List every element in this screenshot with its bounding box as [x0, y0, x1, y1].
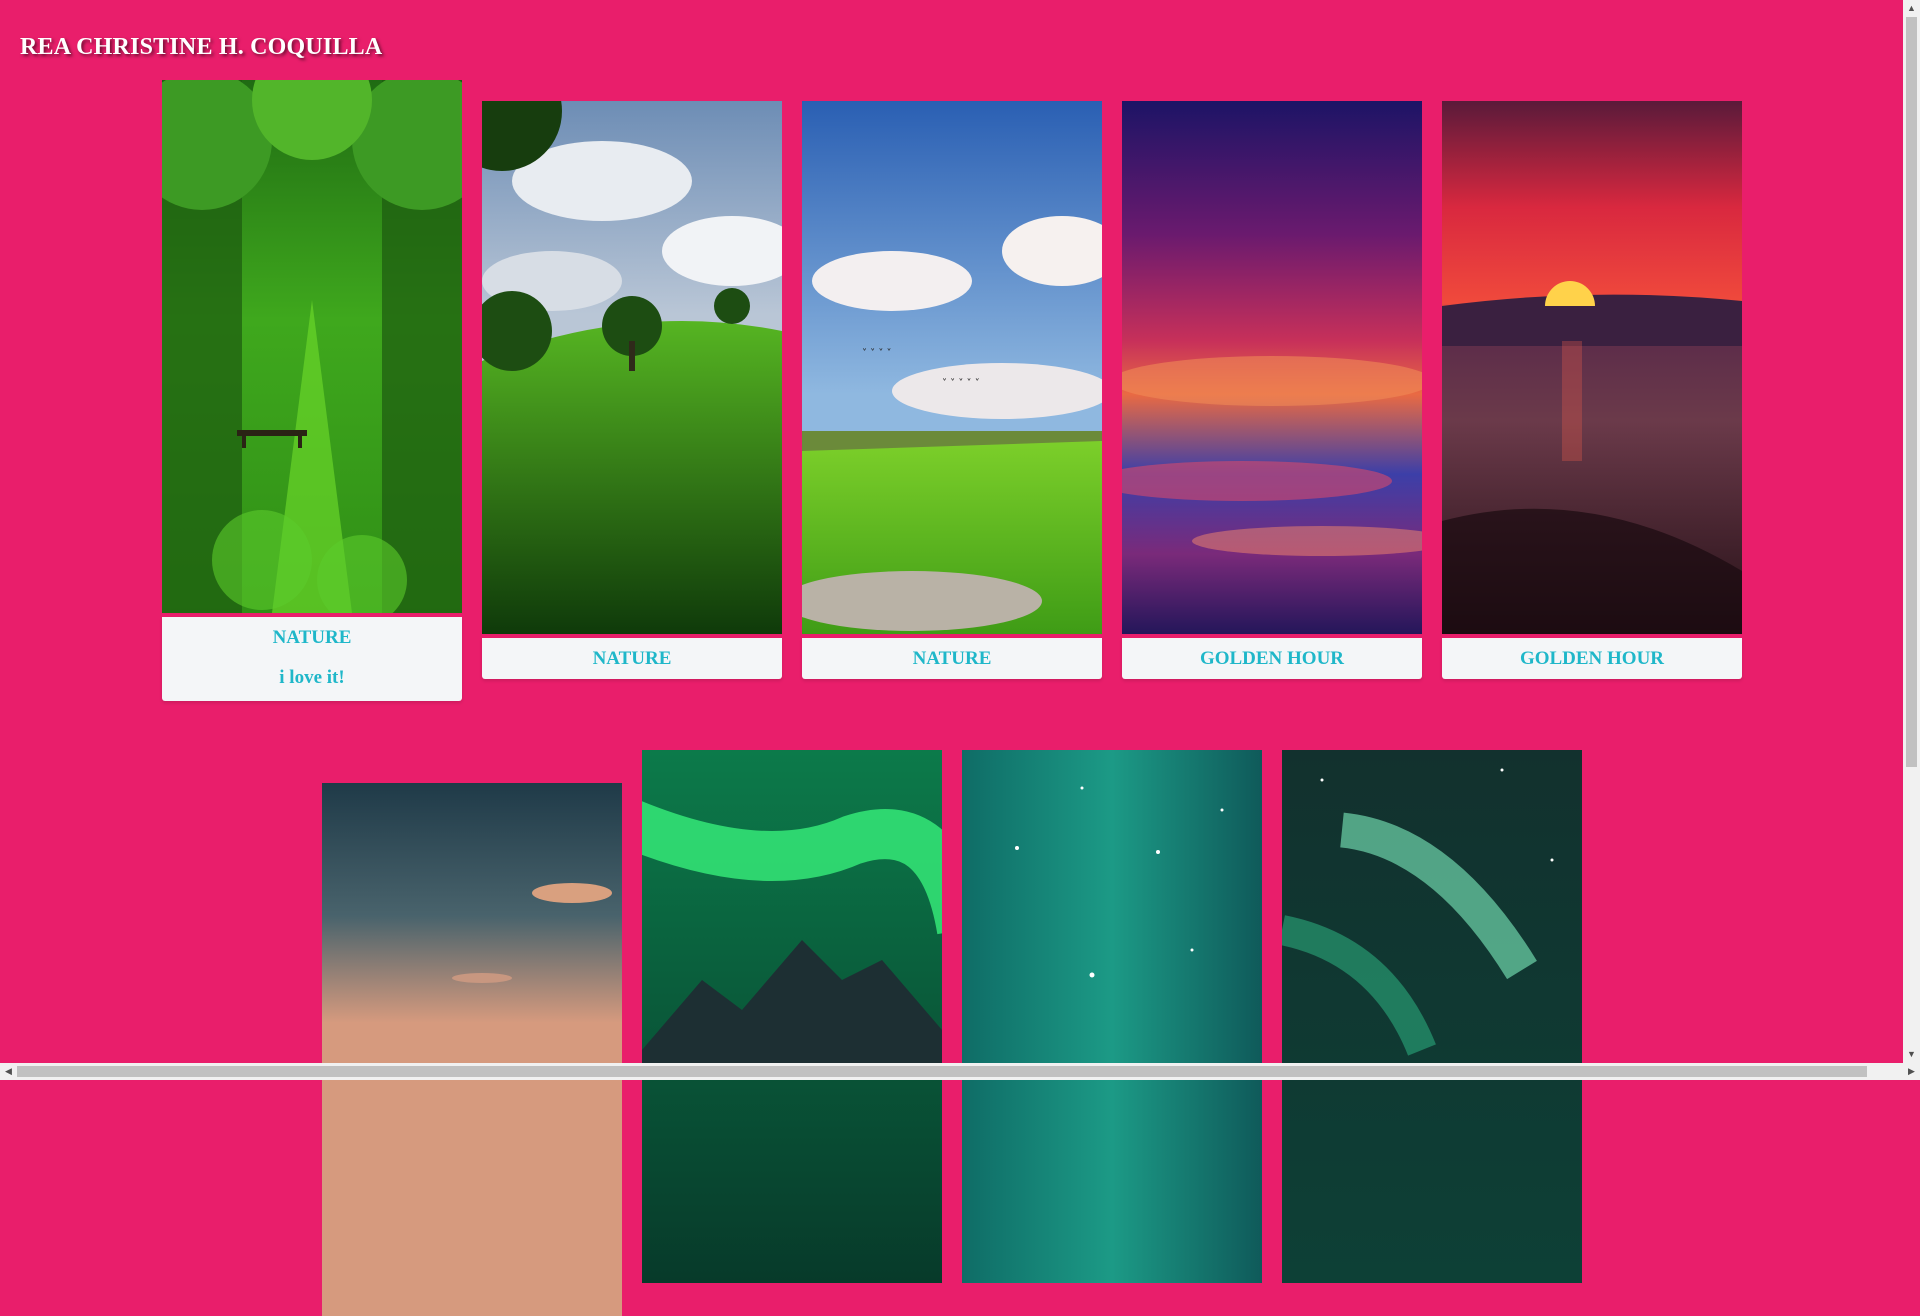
card-caption: NATURE	[482, 638, 782, 679]
card-caption: NATURE i love it!	[162, 617, 462, 701]
scroll-up-arrow-icon[interactable]: ▲	[1903, 0, 1920, 17]
gallery-card-aurora-mountain[interactable]	[642, 750, 942, 1283]
horizontal-scrollbar[interactable]: ◀ ▶	[0, 1063, 1920, 1080]
caption-title: NATURE	[592, 648, 672, 669]
caption-subtitle: i love it!	[279, 667, 345, 688]
gallery-card-red-sunset[interactable]: GOLDEN HOUR	[1442, 101, 1742, 679]
vertical-scrollbar[interactable]: ▲ ▼	[1903, 0, 1920, 1063]
dusk-sky-photo	[322, 783, 622, 1316]
gallery-card-hill[interactable]: NATURE	[482, 101, 782, 679]
card-caption: GOLDEN HOUR	[1122, 638, 1422, 679]
page-title: REA CHRISTINE H. COQUILLA	[20, 34, 383, 60]
caption-title: NATURE	[272, 627, 352, 648]
gallery-card-purple-sunset[interactable]: GOLDEN HOUR	[1122, 101, 1422, 679]
card-caption: NATURE	[802, 638, 1102, 679]
scroll-down-arrow-icon[interactable]: ▼	[1903, 1046, 1920, 1063]
horizontal-scroll-thumb[interactable]	[17, 1066, 1867, 1077]
aurora-mountain-photo	[642, 750, 942, 1283]
scroll-left-arrow-icon[interactable]: ◀	[0, 1063, 17, 1080]
gallery-card-teal-aurora[interactable]	[962, 750, 1262, 1283]
gallery-card-green-aurora[interactable]	[1282, 750, 1582, 1283]
gallery-card-dusk[interactable]	[322, 783, 622, 1316]
teal-aurora-stars-photo	[962, 750, 1262, 1283]
forest-path-bench-photo	[162, 80, 462, 613]
caption-title: NATURE	[912, 648, 992, 669]
caption-title: GOLDEN HOUR	[1519, 648, 1665, 669]
red-sunset-sea-photo	[1442, 101, 1742, 634]
gallery-card-meadow[interactable]: ˅ ˅ ˅ ˅ ˅ ˅ ˅ ˅ ˅ NATURE	[802, 101, 1102, 679]
green-aurora-swirl-photo	[1282, 750, 1582, 1283]
svg-text:˅ ˅ ˅ ˅ ˅: ˅ ˅ ˅ ˅ ˅	[942, 377, 980, 389]
svg-text:˅ ˅ ˅ ˅: ˅ ˅ ˅ ˅	[862, 347, 892, 359]
gallery-card-forest[interactable]: NATURE i love it!	[162, 80, 462, 701]
caption-title: GOLDEN HOUR	[1199, 648, 1345, 669]
scroll-right-arrow-icon[interactable]: ▶	[1903, 1063, 1920, 1080]
meadow-sky-birds-photo: ˅ ˅ ˅ ˅ ˅ ˅ ˅ ˅ ˅	[802, 101, 1102, 634]
card-caption: GOLDEN HOUR	[1442, 638, 1742, 679]
vertical-scroll-thumb[interactable]	[1906, 17, 1917, 767]
purple-sunset-clouds-photo	[1122, 101, 1422, 634]
green-hill-tree-photo	[482, 101, 782, 634]
